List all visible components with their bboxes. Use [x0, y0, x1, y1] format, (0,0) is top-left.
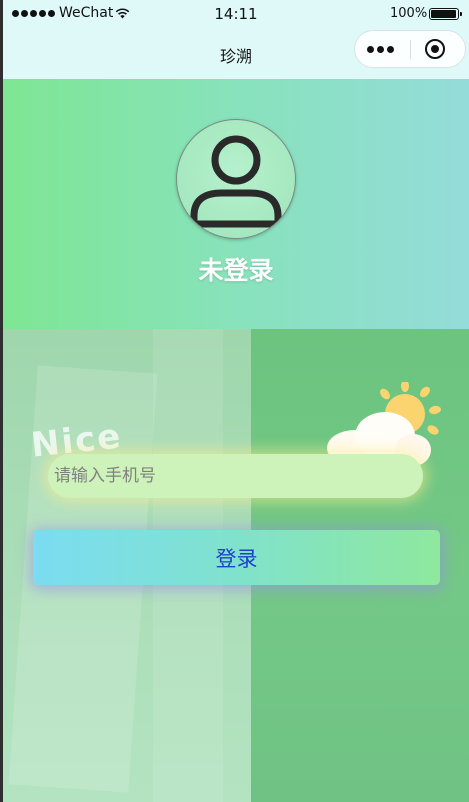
capsule-divider: [410, 40, 411, 59]
close-target-icon[interactable]: [425, 39, 445, 59]
battery-percent: 100%: [390, 6, 428, 21]
phone-number-input[interactable]: [48, 454, 423, 498]
login-status-label: 未登录: [198, 256, 274, 285]
login-button[interactable]: 登录: [33, 530, 440, 585]
more-dots-icon[interactable]: [367, 46, 394, 53]
menu-capsule: [354, 30, 466, 68]
battery-icon: [429, 8, 462, 20]
user-avatar-icon[interactable]: [176, 119, 296, 239]
mini-program-screen: WeChat 14:11 100% 珍溯 未登录 Nice 请输入手机号 登录: [3, 0, 469, 802]
status-bar: WeChat 14:11 100%: [3, 0, 469, 30]
profile-header: 未登录: [3, 79, 469, 329]
